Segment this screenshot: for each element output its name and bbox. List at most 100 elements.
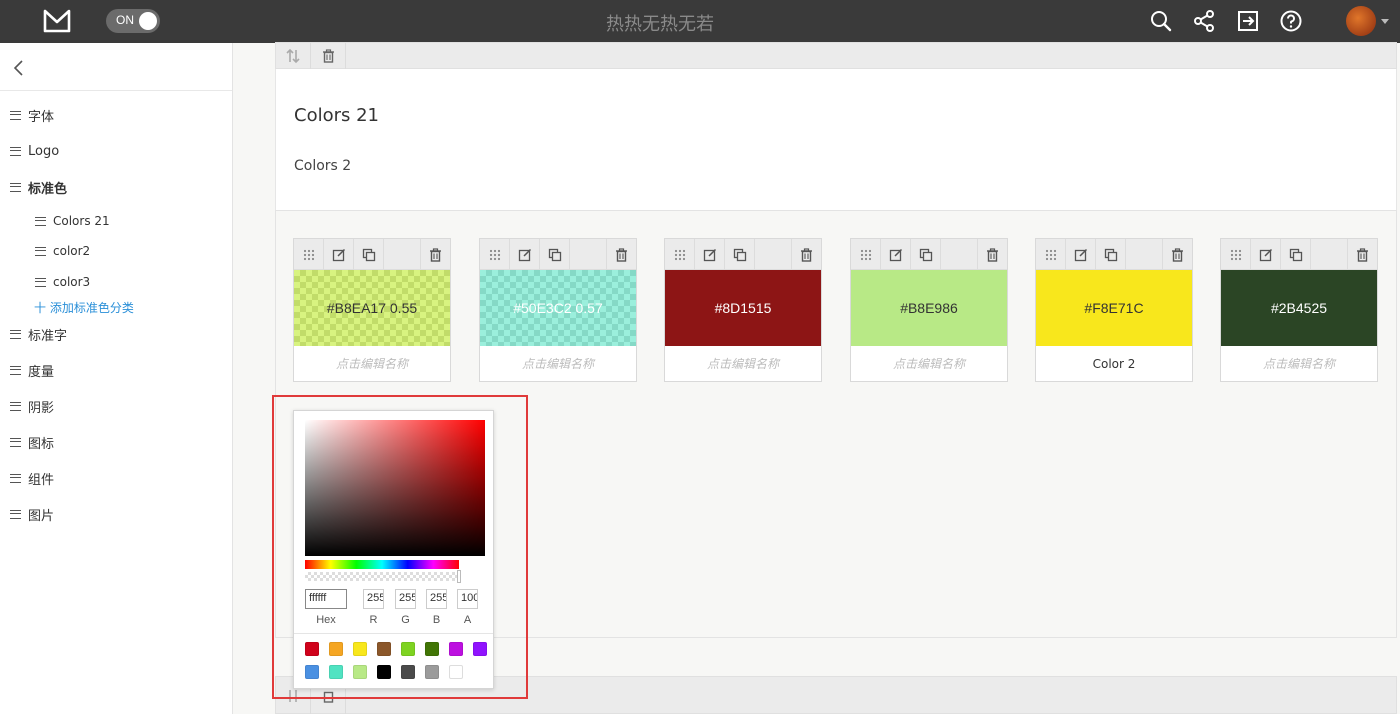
sidebar-item-label: 标准字 — [28, 328, 68, 344]
menu-icon — [10, 329, 21, 339]
delete-swatch-button[interactable] — [977, 239, 1007, 270]
hue-slider[interactable] — [305, 560, 459, 569]
swatch-name-field[interactable]: 点击编辑名称 — [1221, 346, 1377, 381]
preset-color-swatch[interactable] — [305, 665, 319, 679]
red-input[interactable]: 255 — [363, 589, 384, 609]
sidebar-item-icons[interactable]: 图标 — [10, 432, 54, 452]
alpha-slider[interactable] — [305, 572, 459, 581]
drag-handle[interactable] — [665, 239, 695, 270]
preset-color-swatch[interactable] — [401, 642, 415, 656]
menu-icon — [10, 473, 21, 483]
drag-handle[interactable] — [1036, 239, 1066, 270]
back-icon[interactable] — [12, 59, 26, 77]
preset-color-swatch[interactable] — [329, 665, 343, 679]
sidebar-subitem-color3[interactable]: color3 — [35, 272, 90, 292]
delete-swatch-button[interactable] — [791, 239, 821, 270]
sidebar-item-shadow[interactable]: 阴影 — [10, 396, 54, 416]
preset-color-swatch[interactable] — [305, 642, 319, 656]
alpha-slider-handle[interactable] — [457, 570, 461, 583]
hex-input[interactable]: ffffff — [305, 589, 347, 609]
saturation-value-area[interactable] — [305, 420, 485, 556]
help-icon[interactable] — [1279, 9, 1303, 33]
group-title[interactable]: Colors 21 — [294, 105, 379, 126]
preset-color-swatch[interactable] — [353, 665, 367, 679]
edit-button[interactable] — [1251, 239, 1281, 270]
sidebar-item-label: 图片 — [28, 508, 55, 524]
copy-button[interactable] — [354, 239, 384, 270]
drag-handle[interactable] — [1221, 239, 1251, 270]
swatch-name-field[interactable]: Color 2 — [1036, 346, 1192, 381]
copy-button[interactable] — [1096, 239, 1126, 270]
delete-swatch-button[interactable] — [606, 239, 636, 270]
sidebar-item-logo[interactable]: Logo — [10, 141, 59, 161]
edit-button[interactable] — [695, 239, 725, 270]
sidebar-item-components[interactable]: 组件 — [10, 468, 54, 488]
preset-color-swatch[interactable] — [425, 665, 439, 679]
preset-color-swatch[interactable] — [473, 642, 487, 656]
group-subtitle[interactable]: Colors 2 — [294, 158, 351, 174]
drag-handle[interactable] — [480, 239, 510, 270]
color-swatch-card: #B8EA17 0.55 点击编辑名称 — [293, 238, 451, 382]
drag-handle[interactable] — [294, 239, 324, 270]
delete-swatch-button[interactable] — [1347, 239, 1377, 270]
sidebar-item-metrics[interactable]: 度量 — [10, 360, 54, 380]
edit-button[interactable] — [510, 239, 540, 270]
swatch-color[interactable]: #8D1515 — [665, 270, 821, 346]
search-icon[interactable] — [1149, 9, 1173, 33]
delete-block-button[interactable] — [311, 43, 346, 69]
swatch-color[interactable]: #F8E71C — [1036, 270, 1192, 346]
edit-button[interactable] — [324, 239, 354, 270]
alpha-input[interactable]: 100 — [457, 589, 478, 609]
menu-icon — [10, 401, 21, 411]
swatch-color[interactable]: #B8EA17 0.55 — [294, 270, 450, 346]
preset-color-swatch[interactable] — [449, 665, 463, 679]
swatch-name-field[interactable]: 点击编辑名称 — [851, 346, 1007, 381]
sidebar-item-standard-type[interactable]: 标准字 — [10, 324, 67, 344]
sidebar-item-standard-colors[interactable]: 标准色 — [10, 177, 67, 197]
blue-input[interactable]: 255 — [426, 589, 447, 609]
sidebar-subitem-colors21[interactable]: Colors 21 — [35, 211, 110, 231]
swatch-color[interactable]: #2B4525 — [1221, 270, 1377, 346]
green-input[interactable]: 255 — [395, 589, 416, 609]
add-color-category-link[interactable]: 十 添加标准色分类 — [34, 299, 134, 316]
preset-color-swatch[interactable] — [449, 642, 463, 656]
drag-handle[interactable] — [851, 239, 881, 270]
swatch-toolbar — [665, 239, 821, 270]
sidebar: 字体 Logo 标准色 Colors 21 color2 color3 十 添加… — [0, 43, 233, 714]
preset-color-swatch[interactable] — [377, 642, 391, 656]
copy-icon — [733, 248, 746, 261]
preset-color-swatch[interactable] — [329, 642, 343, 656]
sidebar-subitem-color2[interactable]: color2 — [35, 241, 90, 261]
preset-color-swatch[interactable] — [425, 642, 439, 656]
menu-icon — [35, 277, 46, 287]
sort-button[interactable] — [276, 43, 311, 69]
edit-button[interactable] — [1066, 239, 1096, 270]
swatch-color[interactable]: #B8E986 — [851, 270, 1007, 346]
avatar[interactable] — [1346, 6, 1376, 36]
swatch-color[interactable]: #50E3C2 0.57 — [480, 270, 636, 346]
edit-button[interactable] — [881, 239, 911, 270]
preset-color-swatch[interactable] — [401, 665, 415, 679]
chevron-down-icon[interactable] — [1381, 19, 1389, 24]
sidebar-item-label: 字体 — [28, 109, 55, 125]
swatch-name-field[interactable]: 点击编辑名称 — [480, 346, 636, 381]
export-icon[interactable] — [1236, 9, 1260, 33]
swatch-name-field[interactable]: 点击编辑名称 — [294, 346, 450, 381]
sidebar-item-label: color2 — [53, 244, 91, 258]
swatch-hex-label: #F8E71C — [1084, 300, 1144, 316]
preset-color-swatch[interactable] — [353, 642, 367, 656]
sidebar-item-images[interactable]: 图片 — [10, 504, 54, 524]
drag-icon — [1045, 249, 1056, 260]
delete-swatch-button[interactable] — [1162, 239, 1192, 270]
red-label: R — [369, 614, 378, 626]
copy-button[interactable] — [911, 239, 941, 270]
sidebar-item-font[interactable]: 字体 — [10, 105, 54, 125]
copy-button[interactable] — [540, 239, 570, 270]
delete-swatch-button[interactable] — [420, 239, 450, 270]
blue-label: B — [432, 614, 441, 626]
preset-color-swatch[interactable] — [377, 665, 391, 679]
swatch-name-field[interactable]: 点击编辑名称 — [665, 346, 821, 381]
share-icon[interactable] — [1192, 9, 1216, 33]
copy-button[interactable] — [725, 239, 755, 270]
copy-button[interactable] — [1281, 239, 1311, 270]
